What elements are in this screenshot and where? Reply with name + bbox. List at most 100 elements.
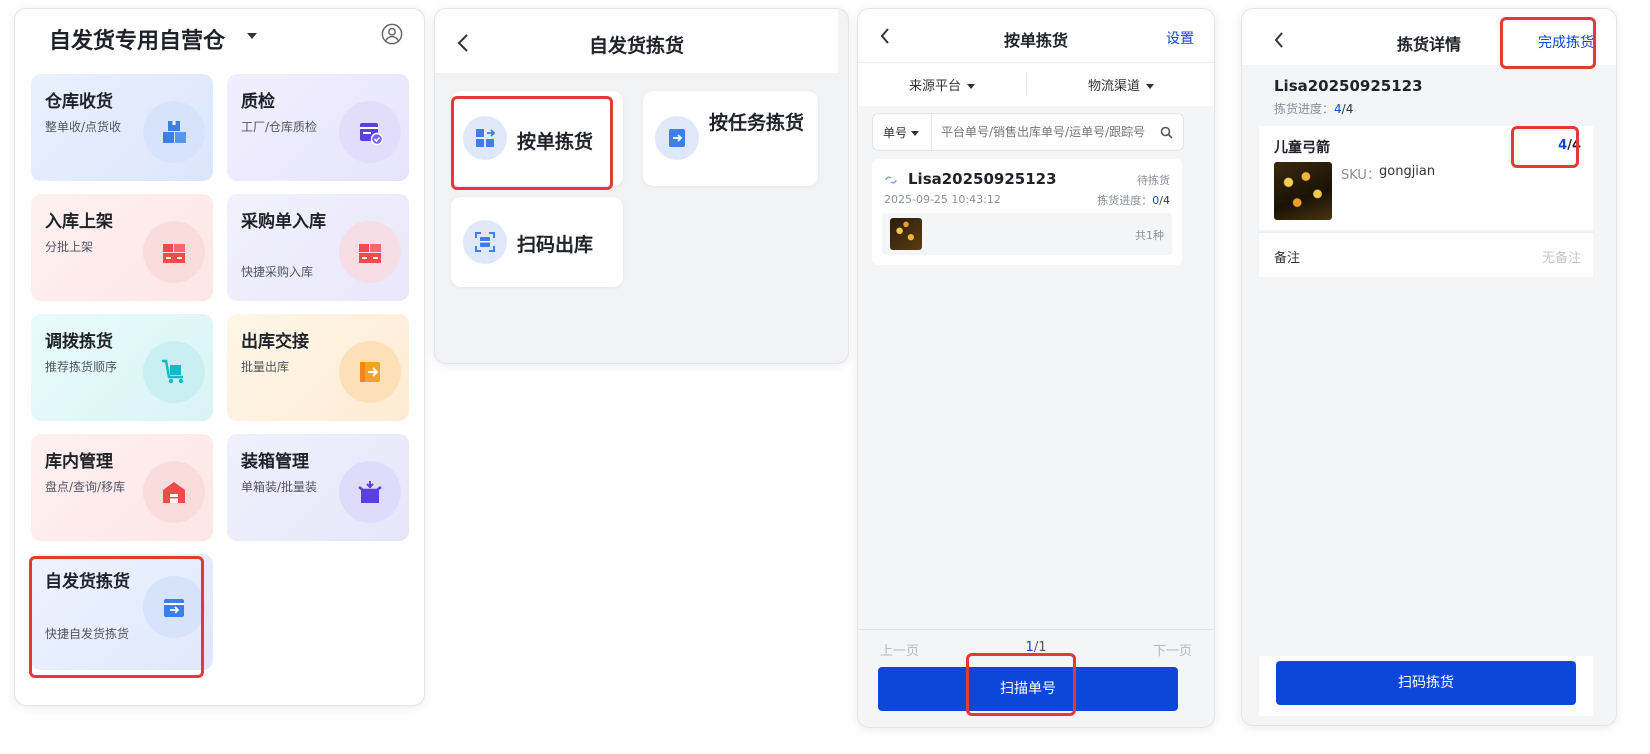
warehouse-icon (143, 461, 205, 523)
scan-icon (463, 220, 507, 264)
picking-detail-panel: 拣货详情 完成拣货 Lisa20250925123 拣货进度：4/4 儿童弓箭 … (1241, 8, 1617, 726)
card-subtitle: 整单收/点货收 (45, 120, 122, 134)
card-title: 出库交接 (241, 332, 309, 352)
task-arrow-icon (655, 116, 699, 160)
card-subtitle: 批量出库 (241, 360, 290, 374)
remark-value: 无备注 (1541, 251, 1581, 266)
progress-done: 4 (1334, 102, 1342, 116)
card-title: 仓库收货 (45, 92, 113, 112)
filter-source-platform[interactable]: 来源平台 (858, 75, 1026, 94)
open-box-icon (339, 461, 401, 523)
item-count: 共1种 (1135, 229, 1164, 242)
card-subtitle: 快捷采购入库 (241, 265, 314, 279)
card-purchase-inbound[interactable]: 采购单入库 快捷采购入库 (227, 194, 409, 301)
boxes-icon (143, 101, 205, 163)
page-title: 自发货拣货 (588, 35, 684, 57)
divider (931, 114, 932, 150)
filter-label: 物流渠道 (1087, 79, 1140, 94)
option-pick-by-order[interactable]: 按单拣货 (451, 91, 623, 186)
scan-picking-button[interactable]: 扫码拣货 (1276, 661, 1576, 705)
progress-label: 拣货进度： (1274, 102, 1335, 116)
header: 拣货详情 完成拣货 (1242, 9, 1616, 65)
settings-link[interactable]: 设置 (1166, 28, 1194, 48)
warehouse-dropdown-icon[interactable] (247, 33, 257, 39)
search-bar: 单号 (872, 113, 1184, 151)
warehouse-title[interactable]: 自发货专用自营仓 (49, 23, 225, 55)
chevron-down-icon (911, 131, 920, 136)
option-label: 按单拣货 (517, 131, 594, 153)
option-scan-outbound[interactable]: 扫码出库 (451, 197, 623, 287)
shelf-icon (339, 221, 401, 283)
order-card[interactable]: Lisa20250925123 待拣货 2025-09-25 10:43:12 … (872, 159, 1182, 265)
sku-value: gongjian (1379, 164, 1436, 179)
card-outbound-handover[interactable]: 出库交接 批量出库 (227, 314, 409, 421)
outbound-icon (339, 341, 401, 403)
order-status: 待拣货 (1137, 174, 1170, 187)
card-title: 库内管理 (45, 452, 113, 472)
search-type-select[interactable]: 单号 (883, 124, 920, 141)
pager: 上一页 1/1 下一页 (858, 629, 1214, 666)
card-warehouse-receive[interactable]: 仓库收货 整单收/点货收 (31, 74, 213, 181)
total-pages: /1 (1033, 640, 1047, 655)
card-subtitle: 推荐拣货顺序 (45, 360, 118, 374)
filter-label: 来源平台 (908, 79, 961, 94)
progress-total: /4 (1341, 102, 1354, 116)
card-putaway[interactable]: 入库上架 分批上架 (31, 194, 213, 301)
order-time: 2025-09-25 10:43:12 (884, 193, 1001, 206)
search-icon[interactable] (1160, 126, 1173, 139)
card-inventory-management[interactable]: 库内管理 盘点/查询/移库 (31, 434, 213, 541)
qty-total: /4 (1567, 138, 1581, 153)
card-transfer-picking[interactable]: 调拨拣货 推荐拣货顺序 (31, 314, 213, 421)
footer: 扫码拣货 (1259, 656, 1593, 716)
order-items: 共1种 (882, 213, 1172, 255)
card-title: 装箱管理 (241, 452, 309, 472)
card-subtitle: 工厂/仓库质检 (241, 120, 318, 134)
chevron-down-icon (1146, 84, 1154, 89)
divider (1026, 73, 1027, 95)
card-subtitle: 单箱装/批量装 (241, 480, 318, 494)
platform-icon (885, 176, 897, 184)
pick-box-icon (143, 576, 205, 638)
cart-icon (143, 341, 205, 403)
card-title: 入库上架 (45, 212, 113, 232)
header: 按单拣货 设置 (858, 9, 1214, 62)
card-packing-management[interactable]: 装箱管理 单箱装/批量装 (227, 434, 409, 541)
header: 自发货拣货 (435, 9, 838, 73)
item-card[interactable]: 儿童弓箭 4/4 SKU： gongjian (1259, 126, 1593, 230)
remark-row: 备注 无备注 (1259, 232, 1593, 277)
sku-label: SKU： (1341, 168, 1380, 183)
option-pick-by-task[interactable]: 按任务拣货 (643, 91, 818, 186)
user-circle-icon[interactable] (381, 23, 403, 45)
shelf-icon (143, 221, 205, 283)
next-page-button[interactable]: 下一页 (1153, 640, 1192, 659)
product-thumbnail (890, 218, 922, 250)
complete-picking-button[interactable]: 完成拣货 (1538, 32, 1594, 52)
card-title: 调拨拣货 (45, 332, 113, 352)
item-name: 儿童弓箭 (1274, 140, 1330, 156)
card-title: 质检 (241, 92, 275, 112)
scan-order-button[interactable]: 扫描单号 (878, 667, 1178, 711)
product-thumbnail (1274, 162, 1332, 220)
filter-logistics-channel[interactable]: 物流渠道 (1038, 75, 1204, 94)
chevron-down-icon (967, 84, 975, 89)
option-label: 按任务拣货 (709, 112, 805, 134)
card-subtitle: 分批上架 (45, 240, 94, 254)
progress-total: /4 (1159, 194, 1170, 207)
card-quality-check[interactable]: 质检 工厂/仓库质检 (227, 74, 409, 181)
card-subtitle: 盘点/查询/移库 (45, 480, 126, 494)
card-subtitle: 快捷自发货拣货 (45, 627, 130, 641)
qty-done: 4 (1558, 138, 1568, 153)
current-page: 1 (1025, 640, 1034, 655)
option-label: 扫码出库 (517, 234, 594, 256)
search-input[interactable] (939, 121, 1153, 143)
card-self-ship-picking[interactable]: 自发货拣货 快捷自发货拣货 (31, 554, 213, 670)
card-title: 采购单入库 (241, 212, 326, 232)
warehouse-home-panel: 自发货专用自营仓 仓库收货 整单收/点货收 质检 工厂/仓库质检 入库上架 分批… (14, 8, 425, 706)
order-id: Lisa20250925123 (908, 170, 1057, 188)
grid-arrow-icon (463, 116, 507, 160)
filter-bar: 来源平台 物流渠道 (858, 62, 1214, 106)
picking-progress: 拣货进度：4/4 (1274, 100, 1353, 117)
inspection-box-icon (339, 101, 401, 163)
search-type-label: 单号 (883, 126, 908, 140)
page-title: 按单拣货 (1003, 31, 1068, 50)
